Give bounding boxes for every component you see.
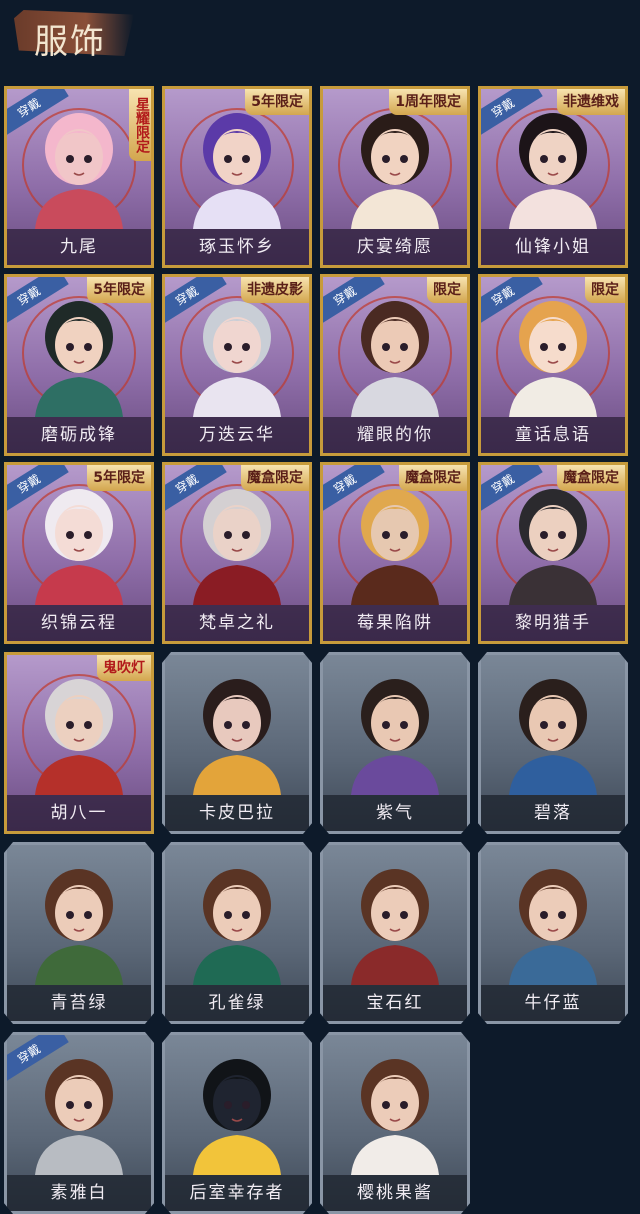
- character-portrait: [509, 869, 597, 985]
- costume-card[interactable]: 宝石红: [320, 842, 470, 1024]
- limited-tag: 5年限定: [245, 89, 309, 115]
- costume-name: 梵卓之礼: [165, 605, 309, 641]
- costume-card[interactable]: 穿戴 素雅白: [4, 1032, 154, 1214]
- costume-card[interactable]: 碧落: [478, 652, 628, 834]
- character-portrait: [180, 296, 294, 417]
- limited-tag: 5年限定: [87, 465, 151, 491]
- costume-name: 卡皮巴拉: [165, 795, 309, 831]
- costume-card[interactable]: 樱桃果酱: [320, 1032, 470, 1214]
- costume-card[interactable]: 穿戴 5年限定 磨砺成锋: [4, 274, 154, 456]
- character-portrait: [496, 108, 610, 229]
- limited-tag: 限定: [427, 277, 467, 303]
- character-portrait: [22, 296, 136, 417]
- costume-card[interactable]: 1周年限定庆宴绮愿: [320, 86, 470, 268]
- costume-name: 青苔绿: [7, 985, 151, 1021]
- page-header: 服饰: [0, 0, 640, 70]
- costume-card[interactable]: 穿戴 非遗皮影 万迭云华: [162, 274, 312, 456]
- limited-tag: 限定: [585, 277, 625, 303]
- costume-card[interactable]: 穿戴 限定 童话息语: [478, 274, 628, 456]
- character-portrait: [35, 1059, 123, 1175]
- limited-tag: 非遗皮影: [241, 277, 309, 303]
- costume-name: 庆宴绮愿: [323, 229, 467, 265]
- character-portrait: [496, 296, 610, 417]
- costume-card[interactable]: 青苔绿: [4, 842, 154, 1024]
- costume-name: 琢玉怀乡: [165, 229, 309, 265]
- costume-card[interactable]: 穿戴 5年限定 织锦云程: [4, 462, 154, 644]
- limited-tag: 非遗维戏: [557, 89, 625, 115]
- costume-name: 磨砺成锋: [7, 417, 151, 453]
- costume-card[interactable]: 紫气: [320, 652, 470, 834]
- costume-card[interactable]: 鬼吹灯胡八一: [4, 652, 154, 834]
- costume-card[interactable]: 穿戴 魔盒限定 莓果陷阱: [320, 462, 470, 644]
- costume-card[interactable]: 后室幸存者: [162, 1032, 312, 1214]
- costume-card[interactable]: 孔雀绿: [162, 842, 312, 1024]
- character-portrait: [22, 674, 136, 795]
- character-portrait: [193, 1059, 281, 1175]
- limited-tag: 魔盒限定: [557, 465, 625, 491]
- costume-card[interactable]: 牛仔蓝: [478, 842, 628, 1024]
- costume-name: 樱桃果酱: [323, 1175, 467, 1211]
- costume-card[interactable]: 卡皮巴拉: [162, 652, 312, 834]
- character-portrait: [496, 484, 610, 605]
- character-portrait: [22, 484, 136, 605]
- character-portrait: [351, 1059, 439, 1175]
- costume-card[interactable]: 穿戴 非遗维戏 仙锋小姐: [478, 86, 628, 268]
- costume-name: 碧落: [481, 795, 625, 831]
- limited-tag: 魔盒限定: [241, 465, 309, 491]
- character-portrait: [180, 108, 294, 229]
- costume-name: 童话息语: [481, 417, 625, 453]
- limited-tag: 5年限定: [87, 277, 151, 303]
- costume-name: 织锦云程: [7, 605, 151, 641]
- costume-name: 莓果陷阱: [323, 605, 467, 641]
- costume-card[interactable]: 穿戴 魔盒限定 梵卓之礼: [162, 462, 312, 644]
- limited-tag: 鬼吹灯: [97, 655, 151, 681]
- character-portrait: [193, 869, 281, 985]
- character-portrait: [338, 296, 452, 417]
- costume-name: 孔雀绿: [165, 985, 309, 1021]
- costume-card[interactable]: 穿戴 星耀限定 九尾: [4, 86, 154, 268]
- costume-card[interactable]: 穿戴 限定 耀眼的你: [320, 274, 470, 456]
- costume-name: 仙锋小姐: [481, 229, 625, 265]
- costume-name: 耀眼的你: [323, 417, 467, 453]
- costume-name: 万迭云华: [165, 417, 309, 453]
- costume-name: 紫气: [323, 795, 467, 831]
- costume-name: 素雅白: [7, 1175, 151, 1211]
- character-portrait: [180, 484, 294, 605]
- character-portrait: [351, 679, 439, 795]
- limited-tag: 魔盒限定: [399, 465, 467, 491]
- character-portrait: [193, 679, 281, 795]
- character-portrait: [338, 484, 452, 605]
- limited-tag: 星耀限定: [129, 89, 151, 161]
- costume-card[interactable]: 5年限定琢玉怀乡: [162, 86, 312, 268]
- costume-name: 牛仔蓝: [481, 985, 625, 1021]
- character-portrait: [509, 679, 597, 795]
- costume-name: 九尾: [7, 229, 151, 265]
- page-title: 服饰: [34, 22, 106, 62]
- costume-name: 胡八一: [7, 795, 151, 831]
- character-portrait: [338, 108, 452, 229]
- costume-name: 黎明猎手: [481, 605, 625, 641]
- costume-name: 宝石红: [323, 985, 467, 1021]
- costume-card[interactable]: 穿戴 魔盒限定 黎明猎手: [478, 462, 628, 644]
- character-portrait: [351, 869, 439, 985]
- character-portrait: [35, 869, 123, 985]
- character-portrait: [22, 108, 136, 229]
- limited-tag: 1周年限定: [389, 89, 467, 115]
- costume-name: 后室幸存者: [165, 1175, 309, 1211]
